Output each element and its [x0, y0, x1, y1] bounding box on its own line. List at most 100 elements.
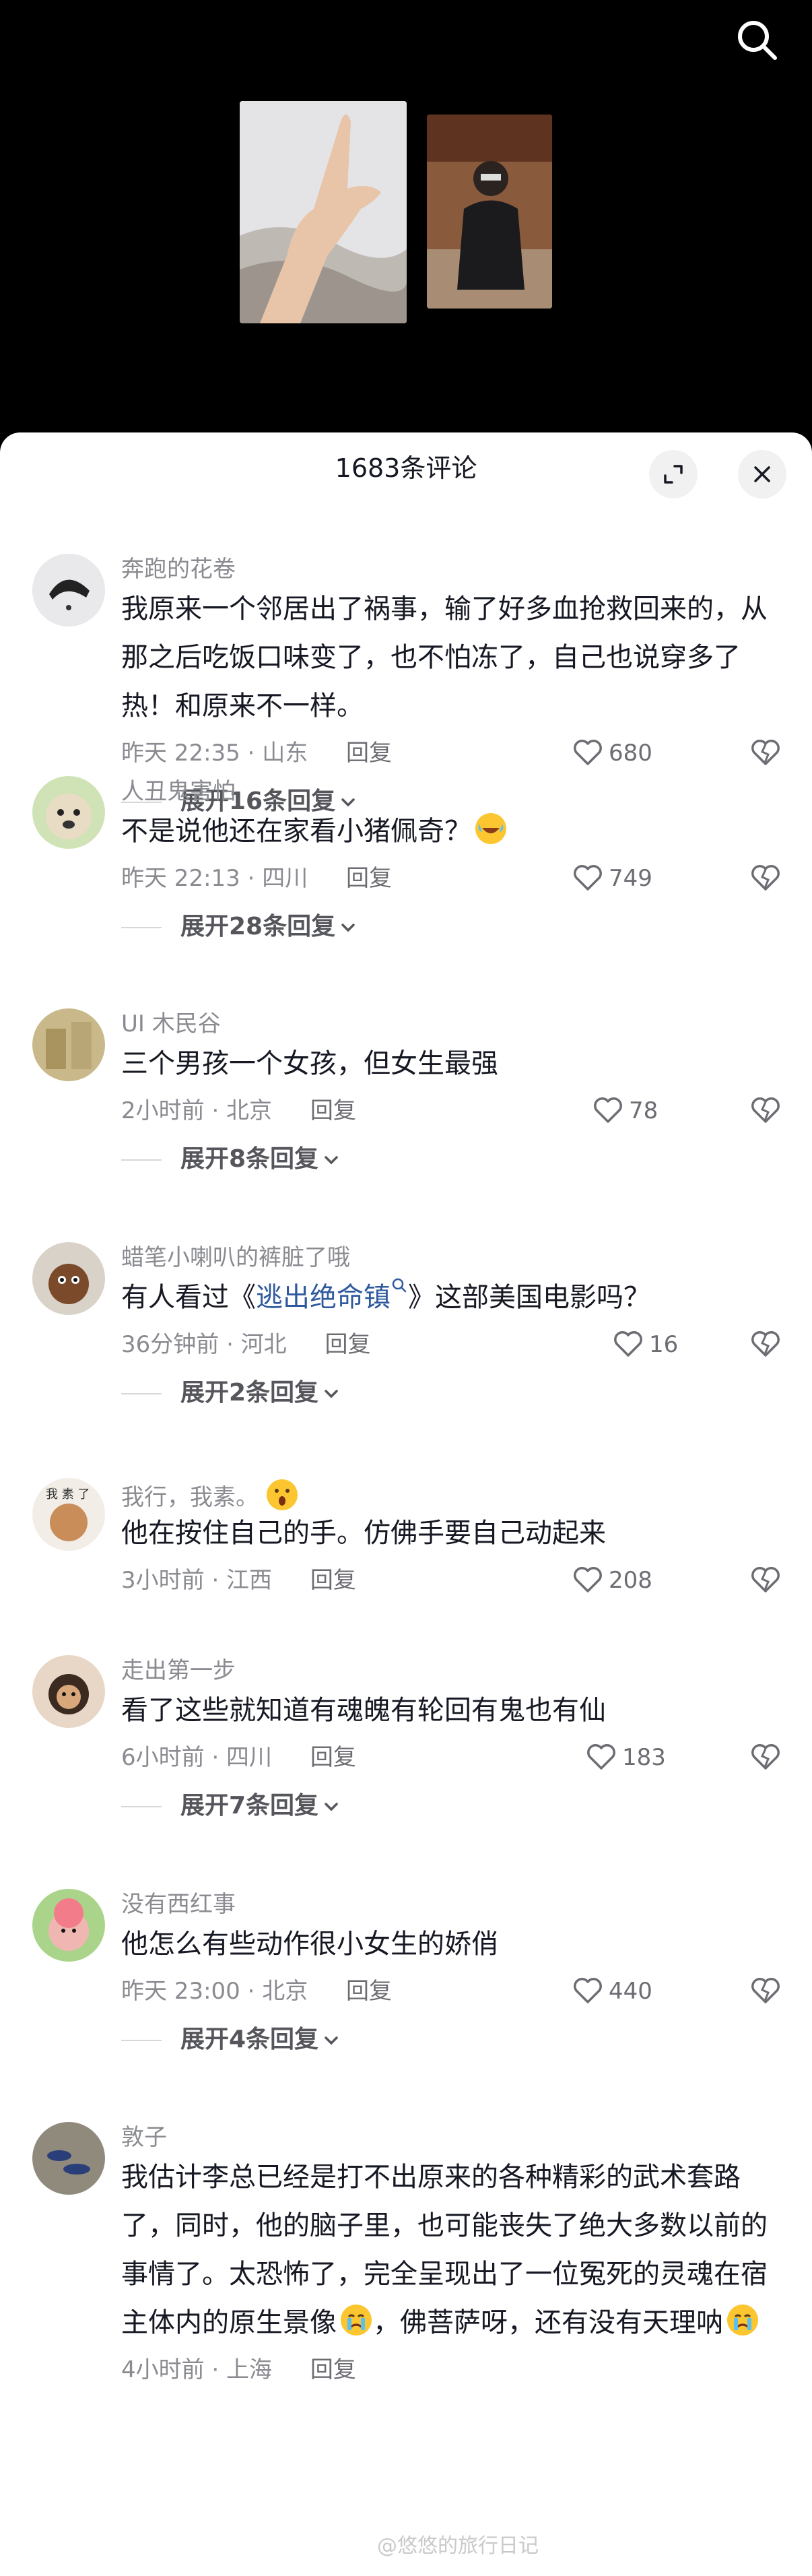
like-count: 183	[622, 1744, 666, 1771]
comment-time-location: 3小时前 · 江西	[121, 1567, 273, 1594]
comment-body: 没有西红事 他怎么有些动作很小女生的娇俏 昨天 23:00 · 北京 回复 44…	[121, 1889, 781, 2067]
chevron-down-icon	[325, 1156, 338, 1165]
surprised-emoji-icon	[267, 1479, 298, 1510]
like-group: 78	[593, 1089, 781, 1132]
chevron-down-icon	[325, 2036, 338, 2045]
reply-button[interactable]: 回复	[346, 865, 392, 892]
heart-outline-icon[interactable]	[613, 1330, 644, 1358]
like-group: 208	[572, 1559, 781, 1602]
comment-username[interactable]: UI 木民谷	[121, 1008, 781, 1039]
close-icon	[754, 466, 770, 482]
expand-arrows-icon	[664, 465, 683, 484]
reply-button[interactable]: 回复	[310, 1097, 356, 1124]
expand-replies-button[interactable]: 展开4条回复	[121, 2013, 781, 2067]
divider-line	[121, 2040, 162, 2041]
expand-replies-label: 展开8条回复	[180, 1145, 319, 1173]
reply-button[interactable]: 回复	[310, 1744, 356, 1771]
heart-outline-icon[interactable]	[586, 1743, 617, 1771]
comment-username[interactable]: 走出第一步	[121, 1655, 781, 1686]
comment-username[interactable]: 蜡笔小喇叭的裤脏了哦	[121, 1242, 781, 1273]
like-group: 749	[572, 857, 781, 900]
comment-item: 没有西红事 他怎么有些动作很小女生的娇俏 昨天 23:00 · 北京 回复 44…	[0, 1889, 812, 2091]
comment-body: 走出第一步 看了这些就知道有魂魄有轮回有鬼也有仙 6小时前 · 四川 回复 18…	[121, 1655, 781, 1833]
broken-heart-icon[interactable]	[750, 1096, 781, 1124]
comment-time-location: 2小时前 · 北京	[121, 1097, 273, 1124]
video-frame-man	[427, 115, 552, 309]
heart-outline-icon[interactable]	[572, 864, 603, 892]
like-count: 78	[629, 1097, 658, 1124]
avatar[interactable]	[32, 2122, 105, 2195]
heart-outline-icon[interactable]	[572, 1566, 603, 1594]
comment-text-block: 我估计李总已经是打不出原来的各种精彩的武术套路了，同时，他的脑子里，也可能丧失了…	[121, 2153, 781, 2347]
broken-heart-icon[interactable]	[750, 1330, 781, 1358]
comment-meta: 2小时前 · 北京 回复 78	[121, 1089, 781, 1132]
like-count: 208	[609, 1567, 652, 1594]
broken-heart-icon[interactable]	[750, 864, 781, 892]
broken-heart-icon[interactable]	[750, 1976, 781, 2005]
like-group: 440	[572, 1970, 781, 2013]
heart-outline-icon[interactable]	[572, 738, 603, 767]
avatar[interactable]	[32, 1242, 105, 1315]
avatar[interactable]	[32, 1008, 105, 1081]
comment-body: 蜡笔小喇叭的裤脏了哦 有人看过《逃出绝命镇 》这部美国电影吗？ 36分钟前 · 河…	[121, 1242, 781, 1420]
avatar[interactable]	[32, 554, 105, 626]
comment-body: UI 木民谷 三个男孩一个女孩，但女生最强 2小时前 · 北京 回复 78 展开…	[121, 1008, 781, 1186]
broken-heart-icon[interactable]	[750, 738, 781, 767]
like-count: 16	[649, 1331, 679, 1358]
comment-username[interactable]: 敦子	[121, 2122, 781, 2153]
avatar[interactable]	[32, 1889, 105, 1962]
like-group: 16	[613, 1323, 781, 1366]
svg-text:我 素 了: 我 素 了	[46, 1487, 90, 1502]
comment-time-location: 昨天 23:00 · 北京	[121, 1978, 308, 2005]
expand-replies-button[interactable]: 展开7条回复	[121, 1779, 781, 1833]
movie-search-link[interactable]: 逃出绝命镇	[256, 1282, 391, 1313]
close-button[interactable]	[738, 450, 786, 498]
comment-body: 敦子 我估计李总已经是打不出原来的各种精彩的武术套路了，同时，他的脑子里，也可能…	[121, 2122, 781, 2391]
heart-outline-icon[interactable]	[593, 1096, 623, 1124]
comment-text-line: 有人看过《逃出绝命镇 》这部美国电影吗？	[121, 1273, 781, 1322]
reply-button[interactable]: 回复	[346, 740, 392, 767]
comment-username[interactable]: 我行，我素。	[121, 1484, 259, 1511]
comment-username[interactable]: 人丑鬼害怕	[121, 776, 781, 807]
reply-button[interactable]: 回复	[346, 1978, 392, 2005]
expand-panel-button[interactable]	[649, 450, 698, 498]
expand-replies-button[interactable]: 展开2条回复	[121, 1366, 781, 1420]
broken-heart-icon[interactable]	[750, 1566, 781, 1594]
video-frame-hand	[240, 101, 407, 323]
avatar[interactable]	[32, 776, 105, 849]
comment-item: 人丑鬼害怕 不是说他还在家看小猪佩奇？ 昨天 22:13 · 四川 回复 749…	[0, 776, 812, 978]
comment-username[interactable]: 没有西红事	[121, 1889, 781, 1920]
comment-item: 蜡笔小喇叭的裤脏了哦 有人看过《逃出绝命镇 》这部美国电影吗？ 36分钟前 · 河…	[0, 1242, 812, 1444]
chevron-down-icon	[341, 924, 355, 932]
search-button[interactable]	[731, 13, 784, 67]
avatar[interactable]: 我 素 了	[32, 1478, 105, 1551]
comment-time-location: 6小时前 · 四川	[121, 1744, 273, 1771]
comment-body: 人丑鬼害怕 不是说他还在家看小猪佩奇？ 昨天 22:13 · 四川 回复 749…	[121, 776, 781, 954]
reply-button[interactable]: 回复	[310, 2356, 356, 2383]
broken-heart-icon[interactable]	[750, 1743, 781, 1771]
divider-line	[121, 1806, 162, 1807]
avatar[interactable]	[32, 1655, 105, 1728]
comment-time-location: 4小时前 · 上海	[121, 2356, 273, 2383]
crying-emoji-icon	[727, 2305, 758, 2336]
reply-button[interactable]: 回复	[310, 1567, 356, 1594]
comment-item: 我 素 了 我行，我素。 他在按住自己的手。仿佛手要自己动起来 3小时前 · 江…	[0, 1478, 812, 1626]
like-group: 183	[586, 1736, 781, 1779]
video-player[interactable]	[0, 0, 812, 438]
divider-line	[121, 927, 162, 928]
expand-replies-button[interactable]: 展开28条回复	[121, 900, 781, 954]
reply-button[interactable]: 回复	[325, 1331, 371, 1358]
comment-item: 奔跑的花卷 我原来一个邻居出了祸事，输了好多血抢救回来的，从那之后吃饭口味变了，…	[0, 554, 812, 815]
comment-meta: 36分钟前 · 河北 回复 16	[121, 1323, 781, 1366]
search-small-icon[interactable]	[391, 1277, 408, 1294]
heart-outline-icon[interactable]	[572, 1976, 603, 2005]
crying-emoji-icon	[341, 2305, 372, 2336]
comment-username-line: 我行，我素。	[121, 1478, 781, 1511]
divider-line	[121, 1159, 162, 1161]
expand-replies-button[interactable]: 展开8条回复	[121, 1132, 781, 1186]
comment-username[interactable]: 奔跑的花卷	[121, 554, 781, 585]
comment-text: 三个男孩一个女孩，但女生最强	[121, 1048, 498, 1079]
like-count: 680	[609, 740, 652, 767]
comment-meta: 昨天 22:13 · 四川 回复 749	[121, 857, 781, 900]
chevron-down-icon	[325, 1390, 338, 1398]
